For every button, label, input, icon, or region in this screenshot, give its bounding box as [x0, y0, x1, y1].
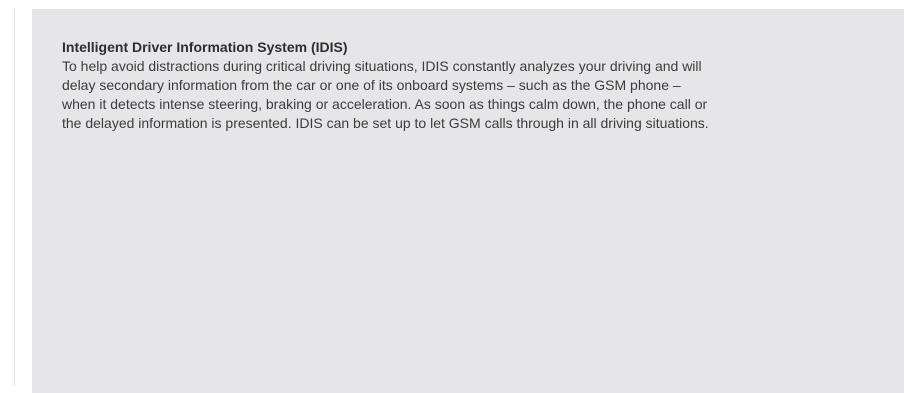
left-margin-rule: [14, 8, 15, 386]
info-box-title: Intelligent Driver Information System (I…: [62, 39, 348, 55]
info-box-body-line-1: To help avoid distractions during critic…: [62, 58, 702, 74]
info-box-body-line-3: when it detects intense steering, brakin…: [62, 96, 708, 112]
info-box-body-line-2: delay secondary information from the car…: [62, 77, 681, 93]
document-page: Intelligent Driver Information System (I…: [0, 0, 904, 393]
idis-info-box: Intelligent Driver Information System (I…: [32, 9, 904, 393]
info-box-body-line-4: the delayed information is presented. ID…: [62, 115, 709, 131]
info-box-content: Intelligent Driver Information System (I…: [62, 38, 904, 133]
